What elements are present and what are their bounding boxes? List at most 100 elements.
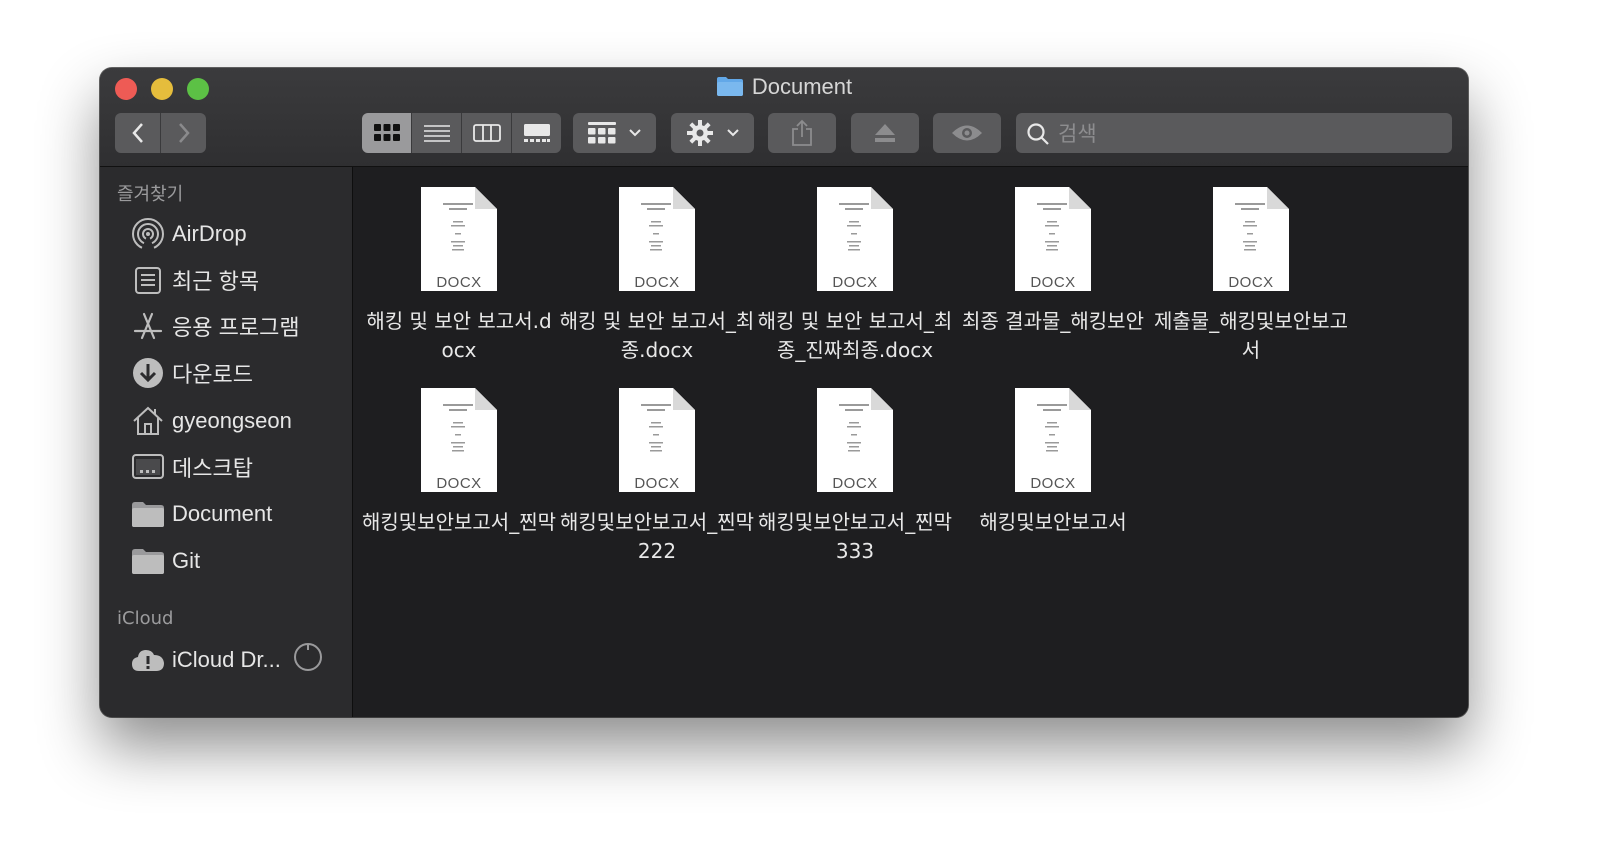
file-type-label: DOCX — [1228, 274, 1274, 291]
gear-icon — [686, 120, 713, 146]
file-type-label: DOCX — [832, 475, 878, 492]
folder-icon — [716, 75, 744, 103]
list-icon — [423, 125, 450, 142]
group-by-button[interactable] — [573, 113, 656, 153]
search-field[interactable] — [1016, 113, 1452, 153]
list-view-button[interactable] — [412, 113, 462, 153]
recents-icon — [130, 262, 166, 298]
sidebar-item-label: Git — [172, 548, 201, 573]
eject-button[interactable] — [851, 113, 919, 153]
sidebar-item-airdrop[interactable]: AirDrop — [130, 216, 350, 252]
forward-button[interactable] — [161, 113, 206, 153]
sidebar-item-label: iCloud Dr... — [172, 647, 281, 672]
file-name: 해킹 및 보안 보고서_최종.docx — [559, 309, 755, 362]
sidebar-item-git[interactable]: Git — [130, 543, 350, 579]
sidebar-item-icloud-drive[interactable]: iCloud Dr... — [130, 642, 350, 678]
sidebar-item-label: 다운로드 — [172, 362, 253, 387]
file-item[interactable]: DOCX 해킹및보안보고서_찐막222 — [559, 386, 755, 566]
nav-buttons — [115, 113, 206, 153]
file-type-label: DOCX — [436, 274, 482, 291]
sidebar-item-label: AirDrop — [172, 221, 247, 246]
file-type-label: DOCX — [436, 475, 482, 492]
downloads-icon — [130, 355, 166, 391]
chevron-down-icon — [726, 129, 739, 137]
favorites-heading: 즐겨찾기 — [117, 184, 184, 205]
sync-progress-icon — [293, 642, 323, 678]
finder-window: Document 검색 즐겨찾기 AirDrop 최근 항목 응용 프로그램 다… — [100, 68, 1468, 717]
file-type-label: DOCX — [1030, 274, 1076, 291]
chevron-left-icon — [131, 123, 143, 143]
share-button[interactable] — [768, 113, 836, 153]
file-name: 해킹및보안보고서_찐막333 — [758, 510, 952, 563]
file-grid: DOCX 해킹 및 보안 보고서.docx DOCX 해킹 및 보안 보고서_최종.d… — [353, 167, 1468, 717]
titlebar: Document — [100, 68, 1468, 167]
file-item[interactable]: DOCX 해킹및보안보고서_찐막 — [361, 386, 557, 537]
file-name: 제출물_해킹및보안보고서 — [1154, 309, 1348, 362]
file-item[interactable]: DOCX 제출물_해킹및보안보고서 — [1153, 185, 1349, 365]
docx-file-icon: DOCX — [815, 386, 895, 494]
file-name: 최종 결과물_해킹보안 — [962, 309, 1144, 333]
view-mode-control — [362, 113, 561, 153]
docx-file-icon: DOCX — [1013, 386, 1093, 494]
columns-icon — [472, 124, 501, 142]
sidebar-item-label: Document — [172, 501, 273, 526]
sidebar-item-document[interactable]: Document — [130, 496, 350, 532]
share-icon — [792, 119, 812, 146]
docx-file-icon: DOCX — [1211, 185, 1291, 293]
file-name: 해킹및보안보고서 — [979, 510, 1127, 534]
airdrop-icon — [130, 216, 166, 252]
file-name: 해킹 및 보안 보고서_최종_진짜최종.docx — [757, 309, 953, 362]
gallery-icon — [523, 124, 550, 142]
file-item[interactable]: DOCX 해킹 및 보안 보고서_최종_진짜최종.docx — [757, 185, 953, 365]
gallery-view-button[interactable] — [512, 113, 561, 153]
docx-file-icon: DOCX — [617, 185, 697, 293]
search-input[interactable] — [1056, 119, 1440, 149]
icloud-warning-icon — [130, 642, 166, 678]
icloud-heading: iCloud — [117, 608, 174, 629]
file-item[interactable]: DOCX 해킹 및 보안 보고서_최종.docx — [559, 185, 755, 365]
file-type-label: DOCX — [832, 274, 878, 291]
home-icon — [130, 403, 166, 439]
sidebar-item-home[interactable]: gyeongseon — [130, 403, 350, 439]
eject-icon — [875, 124, 895, 142]
file-name: 해킹및보안보고서_찐막 — [362, 510, 556, 534]
folder-icon — [130, 496, 166, 532]
back-button[interactable] — [115, 113, 161, 153]
sidebar-item-label: gyeongseon — [172, 408, 292, 433]
sidebar-item-label: 데스크탑 — [172, 456, 253, 481]
search-icon — [1027, 123, 1049, 145]
docx-file-icon: DOCX — [617, 386, 697, 494]
file-type-label: DOCX — [634, 274, 680, 291]
icon-view-button[interactable] — [362, 113, 412, 153]
chevron-right-icon — [178, 123, 190, 143]
file-name: 해킹 및 보안 보고서.docx — [366, 309, 552, 362]
sidebar-item-recents[interactable]: 최근 항목 — [130, 262, 350, 298]
file-name: 해킹및보안보고서_찐막222 — [560, 510, 754, 563]
docx-file-icon: DOCX — [419, 386, 499, 494]
sidebar-item-label: 최근 항목 — [172, 269, 260, 294]
file-item[interactable]: DOCX 해킹및보안보고서_찐막333 — [757, 386, 953, 566]
applications-icon — [130, 308, 166, 344]
file-item[interactable]: DOCX 최종 결과물_해킹보안 — [955, 185, 1151, 336]
docx-file-icon: DOCX — [419, 185, 499, 293]
quick-look-button[interactable] — [933, 113, 1001, 153]
sidebar-item-downloads[interactable]: 다운로드 — [130, 355, 350, 391]
sidebar-item-label: 응용 프로그램 — [172, 315, 300, 340]
action-button[interactable] — [671, 113, 754, 153]
file-type-label: DOCX — [1030, 475, 1076, 492]
docx-file-icon: DOCX — [1013, 185, 1093, 293]
sidebar-item-desktop[interactable]: 데스크탑 — [130, 449, 350, 485]
group-grid-icon — [587, 122, 616, 144]
column-view-button[interactable] — [462, 113, 512, 153]
sidebar: 즐겨찾기 AirDrop 최근 항목 응용 프로그램 다운로드 gyeongse… — [100, 167, 353, 717]
chevron-down-icon — [628, 129, 641, 137]
file-item[interactable]: DOCX 해킹및보안보고서 — [955, 386, 1151, 537]
desktop-icon — [130, 449, 166, 485]
docx-file-icon: DOCX — [815, 185, 895, 293]
sidebar-item-applications[interactable]: 응용 프로그램 — [130, 308, 350, 344]
folder-icon — [130, 543, 166, 579]
file-type-label: DOCX — [634, 475, 680, 492]
window-title-text: Document — [751, 74, 853, 99]
file-item[interactable]: DOCX 해킹 및 보안 보고서.docx — [361, 185, 557, 365]
window-title: Document — [100, 74, 1468, 103]
